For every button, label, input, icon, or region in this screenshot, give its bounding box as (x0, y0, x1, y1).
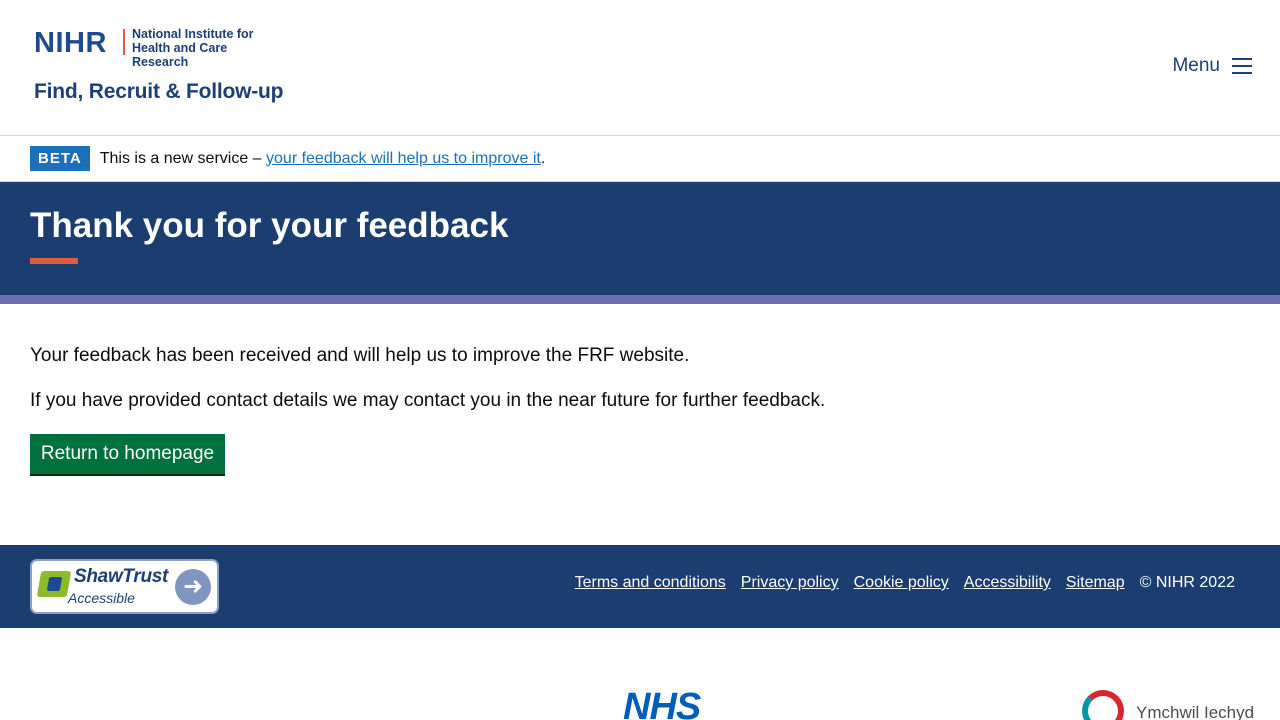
nihr-logo[interactable]: NIHR National Institute for Health and C… (34, 26, 284, 110)
page-title: Thank you for your feedback (30, 206, 509, 245)
footer-nav: Terms and conditions Privacy policy Cook… (575, 574, 1235, 592)
confirmation-text: Your feedback has been received and will… (30, 345, 690, 366)
accent-strip (0, 295, 1280, 304)
title-underline (30, 258, 78, 264)
shaw-trust-subtitle: Accessible (68, 590, 135, 606)
footer-link-accessibility[interactable]: Accessibility (964, 574, 1051, 592)
shaw-trust-logo-icon (36, 571, 72, 597)
footer-link-terms[interactable]: Terms and conditions (575, 574, 726, 592)
site-header: NIHR National Institute for Health and C… (0, 0, 1280, 136)
return-home-button[interactable]: Return to homepage (30, 434, 225, 474)
hcrw-logo-text[interactable]: Ymchwil Iechyd (1136, 703, 1254, 720)
beta-tag: BETA (30, 146, 90, 171)
site-footer: ShawTrust Accessible ➜ Terms and conditi… (0, 545, 1280, 628)
footer-link-cookies[interactable]: Cookie policy (854, 574, 949, 592)
hcrw-logo-icon (1082, 690, 1124, 720)
menu-button[interactable]: Menu (1172, 55, 1252, 77)
copyright: © NIHR 2022 (1139, 574, 1235, 591)
logo-institute-name: National Institute for Health and Care R… (132, 27, 284, 69)
menu-label: Menu (1172, 55, 1220, 76)
beta-message: This is a new service – (99, 149, 267, 167)
logo-institute-line-1: National Institute for (132, 27, 254, 41)
footer-link-privacy[interactable]: Privacy policy (741, 574, 839, 592)
page-hero: Thank you for your feedback (0, 182, 1280, 295)
beta-suffix: . (540, 149, 546, 167)
logo-institute-line-2: Health and Care Research (132, 41, 228, 69)
hamburger-icon (1232, 58, 1252, 74)
arrow-right-icon: ➜ (175, 569, 211, 605)
beta-text: This is a new service – your feedback wi… (100, 150, 546, 168)
service-name: Find, Recruit & Follow-up (34, 80, 284, 103)
footer-link-sitemap[interactable]: Sitemap (1066, 574, 1125, 592)
shaw-trust-badge[interactable]: ShawTrust Accessible ➜ (30, 559, 219, 614)
beta-banner: BETA This is a new service – your feedba… (0, 136, 1280, 182)
feedback-link[interactable]: your feedback will help us to improve it (266, 150, 541, 167)
logo-abbrev: NIHR (34, 27, 107, 59)
shaw-trust-title: ShawTrust (74, 566, 169, 587)
logo-divider (123, 29, 125, 55)
nhs-logo[interactable]: NHS (623, 686, 701, 720)
contact-text: If you have provided contact details we … (30, 390, 826, 411)
